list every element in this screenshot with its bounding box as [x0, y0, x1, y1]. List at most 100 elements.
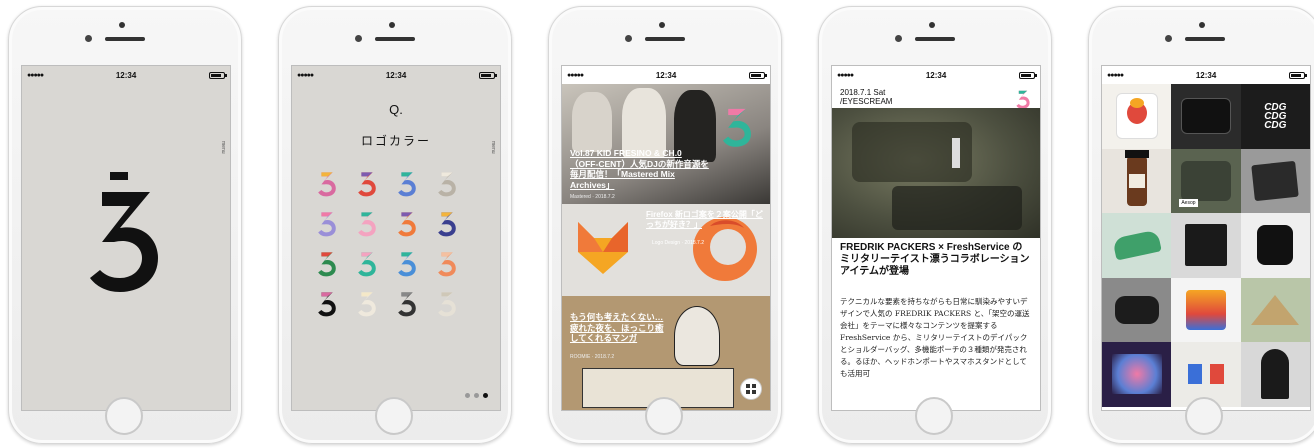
- logo-variant-icon[interactable]: [394, 166, 420, 198]
- photo-person: [572, 92, 612, 152]
- gallery-tile[interactable]: [1240, 148, 1310, 213]
- home-button[interactable]: [915, 397, 953, 435]
- front-camera: [1165, 35, 1172, 42]
- front-camera: [625, 35, 632, 42]
- gallery-tile[interactable]: [1171, 277, 1241, 342]
- status-time: 12:34: [115, 70, 137, 80]
- screen-feed[interactable]: ●●●●● 12:34 Vol.87 KID FRESINO & CH.0（OF…: [561, 65, 771, 411]
- article-headline: FREDRIK PACKERS × FreshService のミリタリーテイス…: [840, 242, 1030, 277]
- screen-article[interactable]: ●●●●● 12:34 2018.7.1 Sat /EYESCREAM FRED…: [831, 65, 1041, 411]
- bag-shape: [892, 186, 1022, 230]
- logo-color-grid: [314, 166, 474, 318]
- logo-variant-icon[interactable]: [314, 166, 340, 198]
- screen-gallery[interactable]: ●●●●● 12:34 CDG CDG CDG Aesop: [1101, 65, 1311, 411]
- front-camera: [85, 35, 92, 42]
- logo-variant-icon[interactable]: [314, 246, 340, 278]
- gallery-tile[interactable]: Aesop: [1171, 148, 1241, 213]
- article-title[interactable]: もう何も考えたくない…疲れた夜を、ほっこり癒してくれるマンガ: [570, 312, 670, 344]
- home-button[interactable]: [375, 397, 413, 435]
- article-meta: ROOMIE · 2018.7.2: [570, 354, 615, 360]
- article-card-1[interactable]: Vol.87 KID FRESINO & CH.0（OFF-CENT）人気DJの…: [562, 84, 770, 204]
- gallery-tile[interactable]: [1171, 84, 1241, 149]
- status-bar: ●●●●● 12:34: [292, 66, 500, 84]
- logo-variant-icon[interactable]: [354, 286, 380, 318]
- grid-view-button[interactable]: [740, 378, 762, 400]
- article-category[interactable]: /EYESCREAM: [840, 97, 892, 106]
- status-bar: ●●●●● 12:34: [562, 66, 770, 84]
- logo-variant-icon[interactable]: [434, 166, 460, 198]
- logo-variant-icon[interactable]: [314, 206, 340, 238]
- status-bar: ●●●●● 12:34: [832, 66, 1040, 84]
- image-grid: CDG CDG CDG Aesop: [1102, 84, 1310, 407]
- logo-variant-icon[interactable]: [394, 206, 420, 238]
- earpiece-speaker: [915, 37, 955, 41]
- home-button[interactable]: [105, 397, 143, 435]
- signal-icon: ●●●●●: [567, 71, 584, 79]
- gallery-tile[interactable]: [1102, 342, 1172, 407]
- article-date: 2018.7.1 Sat: [840, 88, 886, 97]
- page-title: Q.: [389, 102, 403, 117]
- article-body: テクニカルな要素を持ちながらも日常に馴染みやすいデザインで人気の FREDRIK…: [840, 297, 1030, 378]
- home-button[interactable]: [645, 397, 683, 435]
- logo-variant-icon[interactable]: [394, 286, 420, 318]
- page-dot[interactable]: [474, 393, 479, 398]
- article-hero-image: [832, 108, 1040, 238]
- logo-variant-icon[interactable]: [434, 206, 460, 238]
- gallery-tile[interactable]: [1102, 213, 1172, 278]
- screen-logo-colors[interactable]: ●●●●● 12:34 Q. ロゴカラー menu: [291, 65, 501, 411]
- gallery-tile[interactable]: CDG CDG CDG: [1240, 84, 1310, 149]
- logo-variant-icon[interactable]: [314, 286, 340, 318]
- battery-icon: [208, 71, 227, 79]
- page-dot-active[interactable]: [483, 393, 488, 398]
- earpiece-speaker: [105, 37, 145, 41]
- logo-variant-icon[interactable]: [434, 286, 460, 318]
- front-camera: [895, 35, 902, 42]
- side-menu-label[interactable]: menu: [220, 141, 226, 154]
- gallery-tile[interactable]: [1102, 84, 1172, 149]
- status-time: 12:34: [385, 70, 407, 80]
- app-logo-icon[interactable]: [1014, 86, 1032, 110]
- gallery-tile[interactable]: [1102, 277, 1172, 342]
- article-title[interactable]: Vol.87 KID FRESINO & CH.0（OFF-CENT）人気DJの…: [570, 148, 710, 190]
- gallery-tile[interactable]: [1240, 213, 1310, 278]
- battery-icon: [1288, 71, 1307, 79]
- article-card-2[interactable]: Firefox 新ロゴ案を２案公開「どっちが好き？」 Logo Design ·…: [562, 204, 770, 296]
- screen-splash[interactable]: ●●●●● 12:34 menu: [21, 65, 231, 411]
- bag-tag: [952, 138, 960, 168]
- status-bar: ●●●●● 12:34: [1102, 66, 1310, 84]
- signal-icon: ●●●●●: [27, 71, 44, 79]
- article-meta: Mastered · 2018.7.2: [570, 194, 615, 200]
- article-card-3[interactable]: もう何も考えたくない…疲れた夜を、ほっこり癒してくれるマンガ ROOMIE · …: [562, 296, 770, 410]
- side-menu-label[interactable]: menu: [490, 141, 496, 154]
- app-logo-icon: [723, 108, 751, 147]
- status-time: 12:34: [1195, 70, 1217, 80]
- battery-icon: [748, 71, 767, 79]
- status-bar: ●●●●● 12:34: [22, 66, 230, 84]
- logo-variant-icon[interactable]: [354, 166, 380, 198]
- page-dot[interactable]: [465, 393, 470, 398]
- cdg-logo-text: CDG CDG CDG: [1264, 101, 1287, 131]
- page-indicator[interactable]: [465, 393, 488, 398]
- camera-dot: [119, 22, 125, 28]
- signal-icon: ●●●●●: [1107, 71, 1124, 79]
- phone-frame-3: ●●●●● 12:34 Vol.87 KID FRESINO & CH.0（OF…: [548, 6, 782, 444]
- logo-variant-icon[interactable]: [354, 246, 380, 278]
- logo-variant-icon[interactable]: [434, 246, 460, 278]
- gallery-tile[interactable]: [1102, 148, 1172, 213]
- grid-icon: [746, 384, 756, 394]
- signal-icon: ●●●●●: [297, 71, 314, 79]
- camera-dot: [929, 22, 935, 28]
- article-caption[interactable]: Firefox 新ロゴ案を２案公開「どっちが好き？」: [646, 210, 766, 230]
- home-button[interactable]: [1185, 397, 1223, 435]
- gallery-tile[interactable]: [1171, 213, 1241, 278]
- article-meta: Logo Design · 2018.7.2: [652, 240, 704, 246]
- phone-frame-5: ●●●●● 12:34 CDG CDG CDG Aesop: [1088, 6, 1314, 444]
- camera-dot: [1199, 22, 1205, 28]
- earpiece-speaker: [645, 37, 685, 41]
- logo-variant-icon[interactable]: [354, 206, 380, 238]
- page-subtitle: ロゴカラー: [360, 134, 431, 148]
- gallery-tile[interactable]: [1240, 342, 1310, 407]
- gallery-tile[interactable]: [1240, 277, 1310, 342]
- logo-variant-icon[interactable]: [394, 246, 420, 278]
- earpiece-speaker: [375, 37, 415, 41]
